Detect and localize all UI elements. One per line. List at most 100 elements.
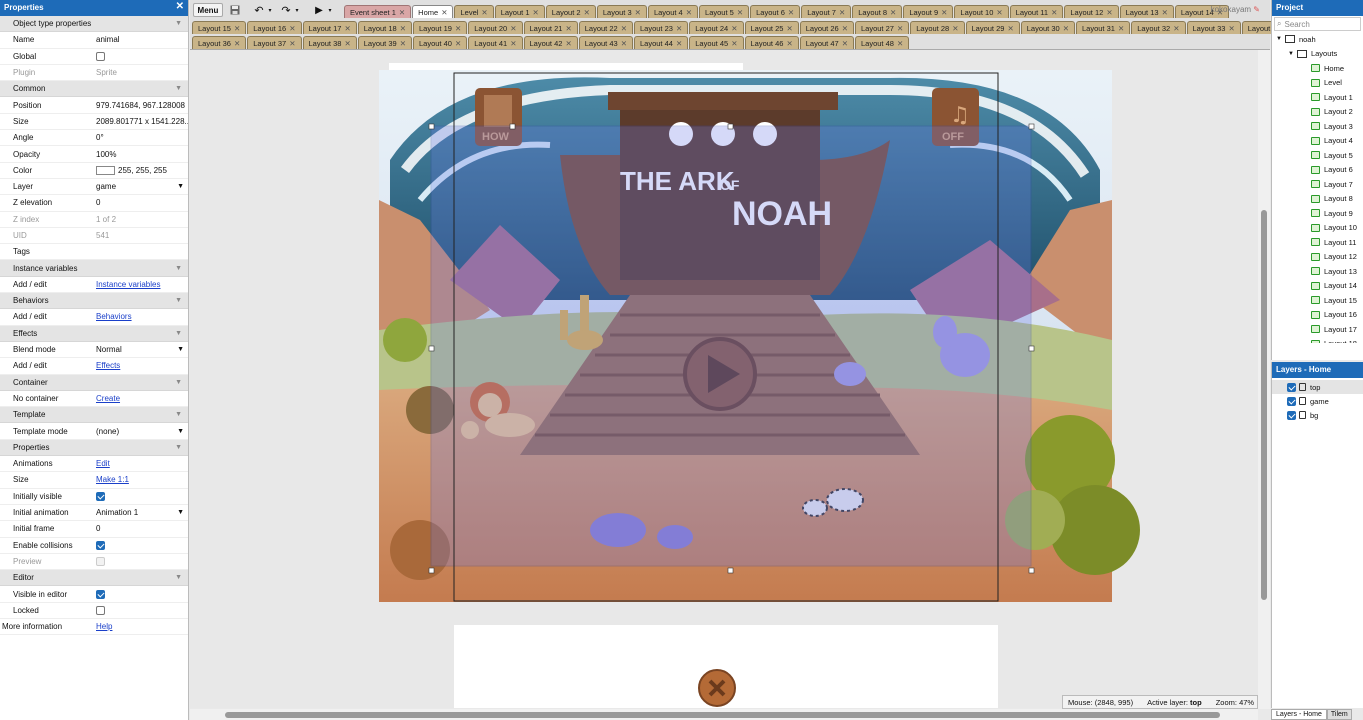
property-value-text[interactable]: 0 [96,198,100,207]
horizontal-scrollbar[interactable] [190,709,1258,720]
property-value[interactable]: 255, 255, 255 [94,163,188,178]
close-icon[interactable]: ✕ [565,39,571,48]
property-value[interactable] [94,603,188,618]
close-icon[interactable]: ✕ [1228,24,1234,33]
layout-item-layout-13[interactable]: Layout 13 [1272,264,1363,279]
property-value[interactable]: game ▼ [94,179,188,194]
category-object-type-properties[interactable]: Object type properties ▼ [0,16,188,33]
tab-layout-32[interactable]: Layout 32 ✕ [1131,21,1186,34]
tab-layout-20[interactable]: Layout 20 ✕ [468,21,523,34]
close-icon[interactable]: ✕ [455,39,461,48]
layout-item-layout-3[interactable]: Layout 3 [1272,119,1363,134]
close-icon[interactable]: ✕ [897,39,903,48]
close-icon[interactable]: ✕ [400,24,406,33]
tab-layout-19[interactable]: Layout 19 ✕ [413,21,468,34]
close-icon[interactable]: ✕ [786,24,792,33]
layout-item-layout-1[interactable]: Layout 1 [1272,90,1363,105]
play-dropdown-icon[interactable]: ▾ [326,3,334,17]
tab-layout-42[interactable]: Layout 42 ✕ [523,36,578,49]
tab-layout-39[interactable]: Layout 39 ✕ [357,36,412,49]
tab-layout-18[interactable]: Layout 18 ✕ [357,21,412,34]
select-value[interactable]: Normal [96,345,122,354]
menu-button[interactable]: Menu [193,3,223,17]
category-properties[interactable]: Properties ▼ [0,439,188,457]
category-common[interactable]: Common ▼ [0,81,188,98]
close-icon[interactable]: ✕ [234,39,240,48]
property-link[interactable]: Help [96,622,112,631]
collapse-arrow-icon[interactable]: ▼ [175,379,182,386]
tab-layout-41[interactable]: Layout 41 ✕ [468,36,523,49]
layout-item-layout-10[interactable]: Layout 10 [1272,221,1363,236]
tab-layout-29[interactable]: Layout 29 ✕ [965,21,1020,34]
horizontal-scroll-thumb[interactable] [225,712,1220,718]
tab-layout-8[interactable]: Layout 8 ✕ [852,5,903,18]
category-behaviors[interactable]: Behaviors ▼ [0,293,188,310]
tab-layout-37[interactable]: Layout 37 ✕ [247,36,302,49]
close-icon[interactable]: ✕ [676,24,682,33]
tab-layout-5[interactable]: Layout 5 ✕ [699,5,750,18]
tab-layout-10[interactable]: Layout 10 ✕ [954,5,1009,18]
checkbox[interactable] [96,51,105,61]
vertical-scrollbar[interactable] [1258,50,1270,709]
property-value[interactable] [94,586,188,601]
close-icon[interactable]: ✕ [344,24,350,33]
close-icon[interactable]: ✕ [731,24,737,33]
close-icon[interactable]: ✕ [737,8,743,17]
layout-item-layout-8[interactable]: Layout 8 [1272,192,1363,207]
tab-layout-28[interactable]: Layout 28 ✕ [910,21,965,34]
close-icon[interactable]: ✕ [839,8,845,17]
select-value[interactable]: game [96,182,116,191]
close-icon[interactable]: ✕ [399,8,405,17]
redo-dropdown-icon[interactable]: ▾ [293,3,301,17]
collapse-arrow-icon[interactable]: ▼ [175,85,182,92]
category-template[interactable]: Template ▼ [0,407,188,424]
close-icon[interactable]: ✕ [289,39,295,48]
tree-root-noah[interactable]: ▼ noah [1272,32,1363,47]
close-icon[interactable]: ✕ [897,24,903,33]
close-icon[interactable]: ✕ [481,8,487,17]
collapse-arrow-icon[interactable]: ▼ [175,444,182,451]
tab-layout-15[interactable]: Layout 15 ✕ [192,21,247,34]
redo-icon[interactable]: ↷ [279,3,293,17]
tab-layout-48[interactable]: Layout 48 ✕ [855,36,910,49]
layout-item-layout-2[interactable]: Layout 2 [1272,105,1363,120]
tab-layout-30[interactable]: Layout 30 ✕ [1020,21,1075,34]
property-value[interactable]: Make 1:1 [94,472,188,487]
property-value-text[interactable]: 0 [96,524,100,533]
property-value-text[interactable]: 2089.801771 x 1541.228... [96,117,188,126]
property-value[interactable] [94,489,188,504]
tab-layout-27[interactable]: Layout 27 ✕ [855,21,910,34]
tab-layers-home[interactable]: Layers - Home [1271,709,1327,720]
property-value-text[interactable]: 979.741684, 967.128008 [96,101,185,110]
close-icon[interactable]: ✕ [234,24,240,33]
layer-row-game[interactable]: game [1272,394,1363,408]
tab-layout-6[interactable]: Layout 6 ✕ [750,5,801,18]
layout-item-layout-18[interactable]: Layout 18 [1272,337,1363,343]
chevron-down-icon[interactable]: ▼ [177,428,184,435]
close-icon[interactable]: ✕ [621,39,627,48]
tab-layout-33[interactable]: Layout 33 ✕ [1186,21,1241,34]
property-value[interactable]: 1 of 2 [94,212,188,227]
close-icon[interactable]: ✕ [510,24,516,33]
vertical-scroll-thumb[interactable] [1261,210,1267,600]
tab-layout-38[interactable]: Layout 38 ✕ [302,36,357,49]
property-value[interactable]: Normal ▼ [94,342,188,357]
close-icon[interactable]: ✕ [1007,24,1013,33]
chevron-down-icon[interactable]: ▼ [177,183,184,190]
close-icon[interactable]: ✕ [565,24,571,33]
close-icon[interactable]: ✕ [1106,8,1112,17]
lock-icon[interactable] [1299,411,1306,419]
tab-layout-2[interactable]: Layout 2 ✕ [545,5,596,18]
layout-item-layout-17[interactable]: Layout 17 [1272,322,1363,337]
layout-item-home[interactable]: Home [1272,61,1363,76]
tab-layout-40[interactable]: Layout 40 ✕ [413,36,468,49]
color-swatch[interactable] [96,165,115,175]
close-icon[interactable]: ✕ [952,24,958,33]
property-link[interactable]: Create [96,394,120,403]
play-icon[interactable]: ▶ [313,3,325,17]
tab-layout-36[interactable]: Layout 36 ✕ [192,36,247,49]
layer-visible-checkbox[interactable] [1287,410,1296,420]
tab-layout-11[interactable]: Layout 11 ✕ [1009,5,1064,18]
layout-item-layout-14[interactable]: Layout 14 [1272,279,1363,294]
close-icon[interactable]: ✕ [1063,24,1069,33]
